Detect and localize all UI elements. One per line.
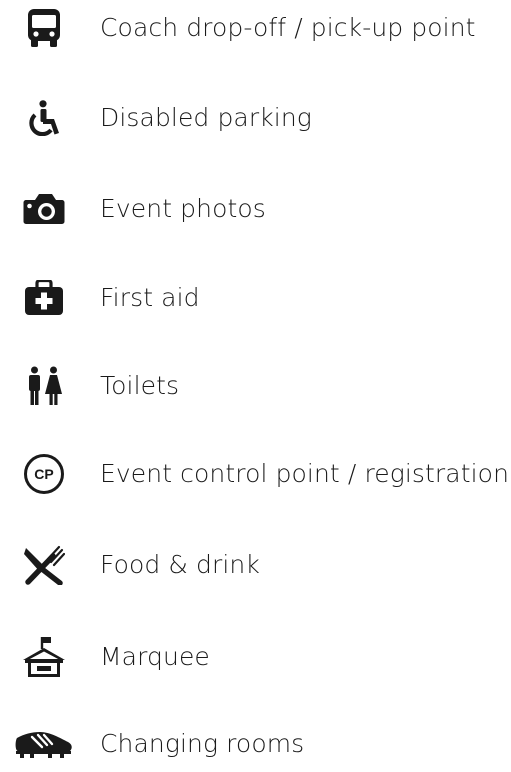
legend-item-disabled-parking: Disabled parking [0, 90, 511, 146]
toilets-icon [14, 358, 74, 414]
football-boot-icon [14, 716, 74, 772]
legend-label: First aid [100, 283, 200, 312]
control-point-icon: CP [14, 446, 74, 502]
legend-label: Changing rooms [100, 729, 305, 758]
legend-item-marquee: Marquee [0, 629, 511, 685]
map-legend: Coach drop-off / pick-up point Disabled … [0, 0, 511, 761]
marquee-icon [14, 629, 74, 685]
legend-label: Event photos [100, 194, 266, 223]
wheelchair-icon [14, 90, 74, 146]
legend-label: Event control point / registration [100, 459, 510, 488]
bus-icon [14, 0, 74, 56]
first-aid-kit-icon [14, 270, 74, 326]
legend-label: Food & drink [100, 550, 260, 579]
legend-item-coach: Coach drop-off / pick-up point [0, 0, 511, 56]
legend-item-food-drink: Food & drink [0, 537, 511, 593]
camera-icon [14, 181, 74, 237]
control-point-badge: CP [34, 466, 53, 482]
legend-item-first-aid: First aid [0, 270, 511, 326]
legend-item-event-photos: Event photos [0, 181, 511, 237]
fork-knife-icon [14, 537, 74, 593]
legend-label: Marquee [100, 642, 210, 671]
legend-label: Disabled parking [100, 103, 312, 132]
legend-item-changing-rooms: Changing rooms [0, 716, 511, 772]
legend-item-toilets: Toilets [0, 358, 511, 414]
legend-item-control-point: CP Event control point / registration [0, 446, 511, 502]
legend-label: Toilets [100, 371, 180, 400]
legend-label: Coach drop-off / pick-up point [100, 13, 476, 42]
